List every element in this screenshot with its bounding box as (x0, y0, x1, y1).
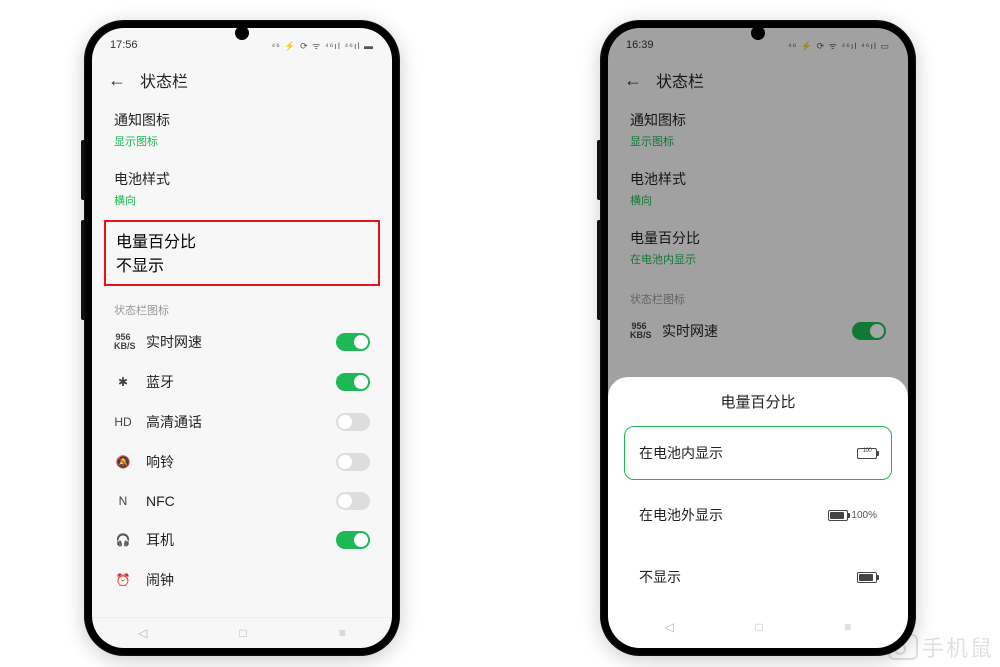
section-title: 状态栏图标 (92, 288, 392, 322)
page-title: 状态栏 (656, 68, 704, 92)
option-label: 在电池内显示 (639, 443, 857, 463)
section-title: 状态栏图标 (608, 277, 908, 311)
setting-value: 不显示 (116, 252, 368, 276)
toggle-row[interactable]: ✱ 蓝牙 (92, 362, 392, 402)
setting-label: 通知图标 (114, 110, 370, 130)
nav-home-icon[interactable]: □ (239, 626, 246, 640)
screen-right: 16:39 ⁴⁶ ⚡ ⟳ ᯤ ⁴⁶ıl ⁴⁶ıl ▭ ← 状态栏 通知图标 显示… (608, 28, 908, 648)
nav-recent-icon[interactable]: ≡ (339, 626, 346, 640)
setting-label: 电量百分比 (630, 228, 886, 248)
header: ← 状态栏 (608, 58, 908, 100)
toggle-switch[interactable] (336, 453, 370, 471)
setting-value: 在电池内显示 (630, 251, 886, 267)
hd-icon: HD (114, 415, 132, 429)
settings-list: 通知图标 显示图标 电池样式 横向 电量百分比 不显示 状态栏图标 956 KB… (92, 100, 392, 617)
toggle-label: 响铃 (146, 452, 322, 472)
nfc-icon: N (114, 494, 132, 508)
toggle-label: 耳机 (146, 530, 322, 550)
ring-icon: 🔕 (114, 455, 132, 469)
battery-icon (857, 572, 877, 583)
camera-notch (751, 26, 765, 40)
setting-notification-icons[interactable]: 通知图标 显示图标 (92, 100, 392, 159)
toggle-label: 实时网速 (662, 321, 838, 341)
phone-frame-left: 17:56 ⁴⁶ ⚡ ⟳ ᯤ ⁴⁶ıl ⁴⁶ıl ▬ ← 状态栏 通知图标 显示… (84, 20, 400, 656)
toggle-row[interactable]: 🔕 响铃 (92, 442, 392, 482)
status-time: 16:39 (626, 39, 654, 51)
sheet-option[interactable]: 在电池内显示 (624, 426, 892, 480)
toggle-label: NFC (146, 493, 322, 509)
highlight-battery-percent: 电量百分比 不显示 (104, 220, 380, 286)
toggle-row[interactable]: ⏰ 闹钟 (92, 560, 392, 600)
toggle-row[interactable]: HD 高清通话 (92, 402, 392, 442)
setting-battery-style[interactable]: 电池样式 横向 (608, 159, 908, 218)
phone-frame-right: 16:39 ⁴⁶ ⚡ ⟳ ᯤ ⁴⁶ıl ⁴⁶ıl ▭ ← 状态栏 通知图标 显示… (600, 20, 916, 656)
android-navbar: ◁ □ ≡ (624, 612, 892, 642)
netspeed-icon: 956 KB/S (114, 333, 132, 351)
camera-notch (235, 26, 249, 40)
page-title: 状态栏 (140, 68, 188, 92)
setting-label: 通知图标 (630, 110, 886, 130)
nav-back-icon[interactable]: ◁ (138, 626, 147, 640)
bottom-sheet-battery-percent[interactable]: 电量百分比 在电池内显示在电池外显示100%不显示 ◁ □ ≡ (608, 377, 908, 648)
headphone-icon: 🎧 (114, 533, 132, 547)
battery-icon: 100% (828, 510, 877, 521)
toggle-switch[interactable] (336, 413, 370, 431)
header: ← 状态栏 (92, 58, 392, 100)
status-time: 17:56 (110, 39, 138, 51)
toggle-row[interactable]: 956 KB/S 实时网速 (92, 322, 392, 362)
nav-back-icon[interactable]: ◁ (665, 620, 674, 634)
screen-left: 17:56 ⁴⁶ ⚡ ⟳ ᯤ ⁴⁶ıl ⁴⁶ıl ▬ ← 状态栏 通知图标 显示… (92, 28, 392, 648)
toggle-switch[interactable] (336, 373, 370, 391)
setting-battery-percent[interactable]: 电量百分比 不显示 (116, 228, 368, 276)
toggle-label: 实时网速 (146, 332, 322, 352)
nav-home-icon[interactable]: □ (755, 620, 762, 634)
toggle-label: 蓝牙 (146, 372, 322, 392)
setting-label: 电量百分比 (116, 228, 368, 252)
setting-battery-percent[interactable]: 电量百分比 在电池内显示 (608, 218, 908, 277)
toggle-label: 闹钟 (146, 570, 370, 590)
setting-battery-style[interactable]: 电池样式 横向 (92, 159, 392, 218)
sheet-option[interactable]: 不显示 (624, 550, 892, 604)
battery-icon (857, 448, 877, 459)
setting-value: 显示图标 (114, 133, 370, 149)
setting-notification-icons[interactable]: 通知图标 显示图标 (608, 100, 908, 159)
option-label: 在电池外显示 (639, 505, 828, 525)
sheet-option[interactable]: 在电池外显示100% (624, 488, 892, 542)
android-navbar: ◁ □ ≡ (92, 617, 392, 648)
watermark-text: 手机鼠 (922, 631, 994, 663)
setting-value: 显示图标 (630, 133, 886, 149)
setting-value: 横向 (630, 192, 886, 208)
toggle-row[interactable]: N NFC (92, 482, 392, 520)
bluetooth-icon: ✱ (114, 375, 132, 389)
sheet-title: 电量百分比 (624, 391, 892, 412)
status-indicators: ⁴⁶ ⚡ ⟳ ᯤ ⁴⁶ıl ⁴⁶ıl ▭ (788, 39, 890, 52)
option-label: 不显示 (639, 567, 857, 587)
netspeed-icon: 956 KB/S (630, 322, 648, 340)
setting-label: 电池样式 (114, 169, 370, 189)
back-icon[interactable]: ← (624, 70, 642, 91)
setting-label: 电池样式 (630, 169, 886, 189)
alarm-icon: ⏰ (114, 573, 132, 587)
nav-recent-icon[interactable]: ≡ (844, 620, 851, 634)
setting-value: 横向 (114, 192, 370, 208)
toggle-row[interactable]: 🎧 耳机 (92, 520, 392, 560)
toggle-row[interactable]: 956 KB/S 实时网速 (608, 311, 908, 351)
back-icon[interactable]: ← (108, 70, 126, 91)
toggle-label: 高清通话 (146, 412, 322, 432)
toggle-switch[interactable] (336, 531, 370, 549)
toggle-switch[interactable] (336, 492, 370, 510)
toggle-switch[interactable] (852, 322, 886, 340)
toggle-switch[interactable] (336, 333, 370, 351)
status-indicators: ⁴⁶ ⚡ ⟳ ᯤ ⁴⁶ıl ⁴⁶ıl ▬ (271, 39, 374, 52)
